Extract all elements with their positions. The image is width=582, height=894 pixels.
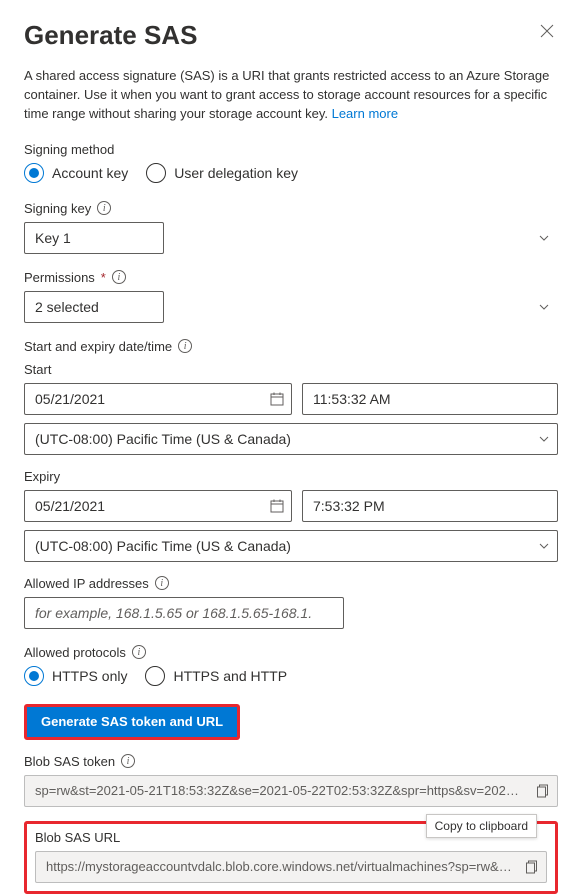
start-time-input-wrap: [302, 383, 558, 415]
allowed-protocols-label-text: Allowed protocols: [24, 645, 126, 660]
allowed-ip-input[interactable]: [24, 597, 344, 629]
allowed-protocols-label: Allowed protocols i: [24, 645, 558, 660]
start-label: Start: [24, 362, 558, 377]
close-icon[interactable]: [536, 20, 558, 42]
expiry-label: Expiry: [24, 469, 558, 484]
sas-token-output[interactable]: sp=rw&st=2021-05-21T18:53:32Z&se=2021-05…: [24, 775, 558, 807]
signing-method-radiogroup: Account key User delegation key: [24, 163, 558, 183]
start-date-input-wrap: [24, 383, 292, 415]
sas-url-highlight: Copy to clipboard Blob SAS URL https://m…: [24, 821, 558, 894]
allowed-ip-label: Allowed IP addresses i: [24, 576, 558, 591]
radio-account-key[interactable]: Account key: [24, 163, 128, 183]
start-time-input[interactable]: [302, 383, 558, 415]
allowed-protocols-radiogroup: HTTPS only HTTPS and HTTP: [24, 666, 558, 686]
info-icon[interactable]: i: [178, 339, 192, 353]
signing-key-select[interactable]: Key 1: [24, 222, 558, 254]
start-date-input[interactable]: [24, 383, 292, 415]
info-icon[interactable]: i: [112, 270, 126, 284]
generate-sas-button[interactable]: Generate SAS token and URL: [27, 707, 237, 737]
signing-key-label-text: Signing key: [24, 201, 91, 216]
signing-key-label: Signing key i: [24, 201, 558, 216]
learn-more-link[interactable]: Learn more: [332, 106, 398, 121]
generate-button-highlight: Generate SAS token and URL: [24, 704, 240, 740]
permissions-select[interactable]: 2 selected: [24, 291, 558, 323]
allowed-ip-label-text: Allowed IP addresses: [24, 576, 149, 591]
radio-account-key-label: Account key: [52, 165, 128, 181]
signing-method-label: Signing method: [24, 142, 558, 157]
radio-user-delegation[interactable]: User delegation key: [146, 163, 298, 183]
expiry-tz-select[interactable]: (UTC-08:00) Pacific Time (US & Canada): [24, 530, 558, 562]
signing-key-value: Key 1: [24, 222, 164, 254]
start-tz-value: (UTC-08:00) Pacific Time (US & Canada): [24, 423, 558, 455]
expiry-date-input-wrap: [24, 490, 292, 522]
radio-https-only-label: HTTPS only: [52, 668, 127, 684]
copy-tooltip: Copy to clipboard: [426, 814, 537, 838]
radio-user-delegation-label: User delegation key: [174, 165, 298, 181]
radio-https-and-http[interactable]: HTTPS and HTTP: [145, 666, 287, 686]
description-text: A shared access signature (SAS) is a URI…: [24, 67, 558, 124]
expiry-tz-value: (UTC-08:00) Pacific Time (US & Canada): [24, 530, 558, 562]
info-icon[interactable]: i: [97, 201, 111, 215]
permissions-value: 2 selected: [24, 291, 164, 323]
datetime-heading-text: Start and expiry date/time: [24, 339, 172, 354]
info-icon[interactable]: i: [132, 645, 146, 659]
start-tz-select[interactable]: (UTC-08:00) Pacific Time (US & Canada): [24, 423, 558, 455]
radio-https-and-http-label: HTTPS and HTTP: [173, 668, 287, 684]
permissions-label: Permissions * i: [24, 270, 558, 285]
panel-title: Generate SAS: [24, 20, 197, 51]
expiry-time-input[interactable]: [302, 490, 558, 522]
chevron-down-icon: [538, 232, 550, 244]
sas-token-label: Blob SAS token i: [24, 754, 558, 769]
copy-icon[interactable]: [536, 784, 550, 798]
sas-token-label-text: Blob SAS token: [24, 754, 115, 769]
info-icon[interactable]: i: [121, 754, 135, 768]
radio-https-only[interactable]: HTTPS only: [24, 666, 127, 686]
datetime-heading: Start and expiry date/time i: [24, 339, 558, 354]
copy-icon[interactable]: [525, 860, 539, 874]
expiry-date-input[interactable]: [24, 490, 292, 522]
sas-url-output[interactable]: https://mystorageaccountvdalc.blob.core.…: [35, 851, 547, 883]
required-indicator: *: [101, 270, 106, 285]
description-body: A shared access signature (SAS) is a URI…: [24, 68, 549, 121]
info-icon[interactable]: i: [155, 576, 169, 590]
chevron-down-icon: [538, 301, 550, 313]
expiry-time-input-wrap: [302, 490, 558, 522]
permissions-label-text: Permissions: [24, 270, 95, 285]
